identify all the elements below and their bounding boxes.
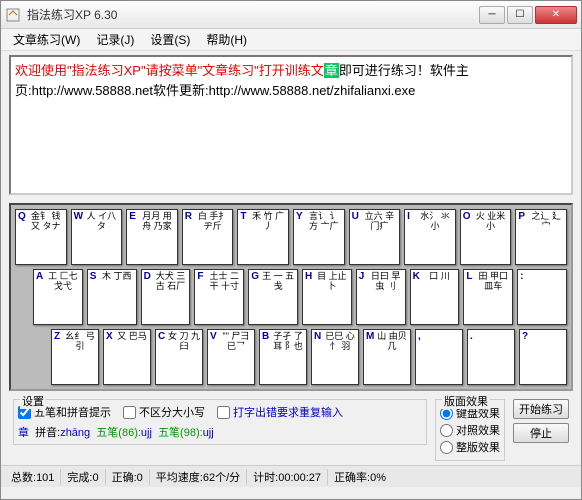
close-button[interactable]: ✕ <box>535 6 577 24</box>
app-icon <box>5 7 21 23</box>
status-correct: 正确:0 <box>106 469 150 485</box>
key-X[interactable]: X又 巴马 <box>103 329 151 385</box>
key-U[interactable]: U立六 辛 门疒 <box>349 209 401 265</box>
char-info: 章 拼音:zhāng 五笔(86):ujj 五笔(98):ujj <box>18 424 422 440</box>
radio-full[interactable]: 整版效果 <box>440 439 500 455</box>
menu-record[interactable]: 记录(J) <box>88 29 142 50</box>
key-S[interactable]: S木 丁西 <box>87 269 137 325</box>
maximize-button[interactable]: ☐ <box>507 6 533 24</box>
statusbar: 总数:101 完成:0 正确:0 平均速度:62个/分 计时:00:00:27 … <box>1 465 581 487</box>
window-title: 指法练习XP 6.30 <box>27 6 479 23</box>
key-I[interactable]: I水氵 氺 小 <box>404 209 456 265</box>
action-buttons: 开始练习 停止 <box>513 399 569 443</box>
key-,[interactable]: , <box>415 329 463 385</box>
settings-label: 设置 <box>20 393 46 409</box>
key-B[interactable]: B子孑 了耳 阝也 <box>259 329 307 385</box>
key-E[interactable]: E月月 用舟 乃家 <box>126 209 178 265</box>
key-row-1: Q金钅 钱又 タナW人 イ八 タE月月 用舟 乃家R白 手扌 ヂ斤T禾 竹 广丿… <box>15 209 567 265</box>
key-R[interactable]: R白 手扌 ヂ斤 <box>182 209 234 265</box>
cb-case[interactable]: 不区分大小写 <box>123 404 205 420</box>
key-Y[interactable]: Y言讠 讠方 亠广 <box>293 209 345 265</box>
key-F[interactable]: F土士 二干 十寸 <box>194 269 244 325</box>
effect-group: 版面效果 键盘效果 对照效果 整版效果 <box>435 399 505 461</box>
start-button[interactable]: 开始练习 <box>513 399 569 419</box>
menubar: 文章练习(W) 记录(J) 设置(S) 帮助(H) <box>1 29 581 51</box>
key-O[interactable]: O火 业米 小 <box>460 209 512 265</box>
settings-panel: 设置 五笔和拼音提示 不区分大小写 打字出错要求重复输入 章 拼音:zhāng … <box>9 397 573 463</box>
status-rate: 正确率:0% <box>328 469 392 485</box>
key-?[interactable]: ? <box>519 329 567 385</box>
status-done: 完成:0 <box>61 469 105 485</box>
key-J[interactable]: J日曰 早虫 刂 <box>356 269 406 325</box>
settings-group: 设置 五笔和拼音提示 不区分大小写 打字出错要求重复输入 章 拼音:zhāng … <box>13 399 427 445</box>
key-:[interactable]: : <box>517 269 567 325</box>
cb-repeat-error[interactable]: 打字出错要求重复输入 <box>217 404 343 420</box>
key-Q[interactable]: Q金钅 钱又 タナ <box>15 209 67 265</box>
minimize-button[interactable]: ─ <box>479 6 505 24</box>
key-N[interactable]: N已巳 心忄 羽 <box>311 329 359 385</box>
key-V[interactable]: V"" 尸彐 已乛 <box>207 329 255 385</box>
titlebar: 指法练习XP 6.30 ─ ☐ ✕ <box>1 1 581 29</box>
key-M[interactable]: M山 由贝 几 <box>363 329 411 385</box>
key-H[interactable]: H目 上止 卜 <box>302 269 352 325</box>
menu-help[interactable]: 帮助(H) <box>198 29 255 50</box>
key-D[interactable]: D大犬 三古 石厂 <box>141 269 191 325</box>
key-row-3: Z幺纟 弓 引X又 巴马 C女 刀 九臼V"" 尸彐 已乛B子孑 了耳 阝也N已… <box>51 329 567 385</box>
key-P[interactable]: P之辶 廴 宀 <box>515 209 567 265</box>
status-speed: 平均速度:62个/分 <box>150 469 247 485</box>
window-controls: ─ ☐ ✕ <box>479 6 577 24</box>
key-T[interactable]: T禾 竹 广丿 <box>237 209 289 265</box>
key-L[interactable]: L田 甲口 皿车 <box>463 269 513 325</box>
key-A[interactable]: A工 匚七 戈弋 <box>33 269 83 325</box>
key-K[interactable]: K口 川 <box>410 269 460 325</box>
practice-text[interactable]: 欢迎使用"指法练习XP"请按菜单"文章练习"打开训练文章即可进行练习！软件主页:… <box>9 55 573 195</box>
status-total: 总数:101 <box>5 469 61 485</box>
menu-article[interactable]: 文章练习(W) <box>5 29 88 50</box>
app-window: 指法练习XP 6.30 ─ ☐ ✕ 文章练习(W) 记录(J) 设置(S) 帮助… <box>0 0 582 500</box>
key-C[interactable]: C女 刀 九臼 <box>155 329 203 385</box>
menu-settings[interactable]: 设置(S) <box>142 29 198 50</box>
current-char: 章 <box>324 63 339 78</box>
radio-contrast[interactable]: 对照效果 <box>440 422 500 438</box>
status-time: 计时:00:00:27 <box>247 469 328 485</box>
keyboard-panel: Q金钅 钱又 タナW人 イ八 タE月月 用舟 乃家R白 手扌 ヂ斤T禾 竹 广丿… <box>9 203 573 391</box>
key-Z[interactable]: Z幺纟 弓 引 <box>51 329 99 385</box>
key-G[interactable]: G王 一 五戋 <box>248 269 298 325</box>
key-.[interactable]: . <box>467 329 515 385</box>
stop-button[interactable]: 停止 <box>513 423 569 443</box>
effect-label: 版面效果 <box>442 393 490 409</box>
key-row-2: A工 匚七 戈弋S木 丁西D大犬 三古 石厂F土士 二干 十寸G王 一 五戋H目… <box>33 269 567 325</box>
text-prefix: 欢迎使用"指法练习XP"请按菜单"文章练习"打开训练文 <box>15 63 324 78</box>
key-W[interactable]: W人 イ八 タ <box>71 209 123 265</box>
